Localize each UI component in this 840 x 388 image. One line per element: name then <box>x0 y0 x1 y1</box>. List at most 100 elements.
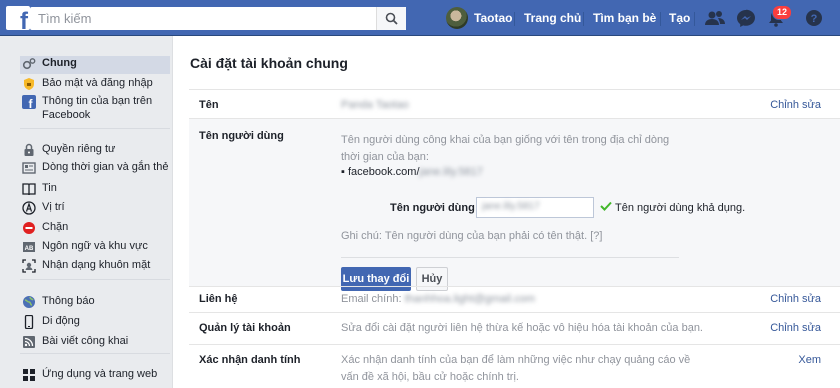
edit-account-management-link[interactable]: Chỉnh sửa <box>770 322 821 334</box>
sidebar-item-label: Di động <box>42 315 80 327</box>
divider <box>341 257 679 258</box>
sidebar-item-label: Chung <box>42 57 77 69</box>
profile-link[interactable]: Taotao <box>446 7 512 29</box>
check-icon <box>600 201 612 211</box>
timeline-icon <box>22 161 36 175</box>
sidebar-item-label: Tin <box>42 182 57 194</box>
sidebar-item[interactable]: Di động <box>20 314 170 332</box>
rss-icon <box>22 335 36 349</box>
nav-create-link[interactable]: Tạo <box>669 11 690 25</box>
username-url: ▪ facebook.com/jane.lily.5817 <box>341 164 483 181</box>
edit-contact-link[interactable]: Chỉnh sửa <box>770 293 821 305</box>
settings-sidebar: Chung Bảo mật và đăng nhập f Thông tin của … <box>0 36 172 388</box>
sidebar-item-label: Vị trí <box>42 201 65 213</box>
view-identity-link[interactable]: Xem <box>798 354 821 366</box>
nav-divider <box>660 12 661 26</box>
sidebar-item[interactable]: Bài viết công khai <box>20 334 170 352</box>
settings-row-identity-confirmation[interactable]: Xác nhận danh tính Xác nhận danh tính củ… <box>189 344 840 388</box>
location-icon <box>22 201 36 215</box>
page-title: Cài đặt tài khoản chung <box>190 55 348 71</box>
sidebar-item-label: Dòng thời gian và gắn thẻ <box>42 161 169 173</box>
nav-divider <box>583 12 584 26</box>
avatar <box>446 7 468 29</box>
sidebar-item-label: Ngôn ngữ và khu vực <box>42 240 148 252</box>
account-management-value: Sửa đổi cài đặt người liên hệ thừa kế ho… <box>341 322 703 334</box>
sidebar-item[interactable]: Quyền riêng tư <box>20 142 170 160</box>
contact-value: Email chính: thanhhoa.light@gmail.com <box>341 293 535 305</box>
url-handle: jane.lily.5817 <box>419 166 483 178</box>
sidebar-item[interactable]: Chung <box>20 56 170 74</box>
nav-divider <box>514 12 515 26</box>
sidebar-item[interactable]: Chặn <box>20 220 170 238</box>
svg-text:?: ? <box>811 13 818 25</box>
facebook-icon: f <box>22 95 36 111</box>
edit-name-link[interactable]: Chỉnh sửa <box>770 99 821 111</box>
settings-row-name[interactable]: Tên Panda Taotao Chỉnh sửa <box>189 89 840 118</box>
username-description: Tên người dùng công khai của bạn giống v… <box>341 134 670 163</box>
settings-row-contact[interactable]: Liên hệ Email chính: thanhhoa.light@gmai… <box>189 286 840 312</box>
nav-find-friends-link[interactable]: Tìm bạn bè <box>593 11 656 25</box>
row-label: Quản lý tài khoản <box>199 322 291 334</box>
svg-text:AB: AB <box>25 246 34 252</box>
sidebar-divider <box>20 279 170 280</box>
row-label: Tên <box>199 99 219 111</box>
sidebar-item-label: Thông tin của bạn trên Facebook <box>42 95 153 121</box>
user-name: Taotao <box>474 11 513 25</box>
sidebar-item-label: Ứng dụng và trang web <box>42 368 158 380</box>
sidebar-item-label: Bảo mật và đăng nhập <box>42 77 153 89</box>
shield-icon <box>22 77 36 91</box>
identity-value: Xác nhận danh tính của bạn để làm những … <box>341 354 691 383</box>
row-label: Xác nhận danh tính <box>199 354 301 366</box>
url-prefix: facebook.com/ <box>347 166 420 178</box>
settings-row-account-management[interactable]: Quản lý tài khoản Sửa đổi cài đặt người … <box>189 312 840 344</box>
lock-icon <box>22 143 36 157</box>
search-button[interactable] <box>376 7 406 30</box>
username-availability: Tên người dùng khả dụng. <box>615 202 746 214</box>
settings-row-username: Tên người dùng Tên người dùng công khai … <box>189 118 840 291</box>
sidebar-divider <box>20 353 170 354</box>
sidebar-item-label: Nhận dạng khuôn mặt <box>42 259 151 271</box>
contact-email: thanhhoa.light@gmail.com <box>404 293 535 305</box>
sidebar-item[interactable]: Ứng dụng và trang web <box>20 367 170 385</box>
sidebar-item[interactable]: f Thông tin của bạn trên Facebook <box>20 94 170 124</box>
contact-prefix: Email chính: <box>341 293 402 305</box>
top-navigation-bar: f Tìm kiếm Taotao Trang chủ Tìm bạn bè T… <box>0 0 840 36</box>
settings-main-panel: Cài đặt tài khoản chung Tên Panda Taotao… <box>172 36 840 388</box>
messenger-icon[interactable] <box>735 8 757 28</box>
mobile-icon <box>22 314 36 330</box>
sidebar-item[interactable]: Tin <box>20 181 170 199</box>
sidebar-item-label: Bài viết công khai <box>42 335 129 347</box>
sidebar-item-label: Chặn <box>42 221 69 233</box>
row-label: Tên người dùng <box>199 130 284 142</box>
row-label: Liên hệ <box>199 293 238 305</box>
help-icon[interactable]: ? <box>803 8 825 28</box>
sidebar-item[interactable]: Bảo mật và đăng nhập <box>20 76 170 94</box>
sidebar-item[interactable]: Thông báo <box>20 294 170 312</box>
notification-count-badge: 12 <box>772 5 793 20</box>
username-field-label: Tên người dùng <box>390 202 475 214</box>
gears-icon <box>22 57 36 71</box>
sidebar-item[interactable]: Vị trí <box>20 200 170 218</box>
block-icon <box>22 221 36 235</box>
username-input-value: jane.lily.5817 <box>482 201 540 212</box>
search-icon <box>385 12 398 25</box>
face-recognition-icon <box>22 259 36 273</box>
username-input[interactable]: jane.lily.5817 <box>476 197 594 218</box>
nav-home-link[interactable]: Trang chủ <box>524 11 581 25</box>
globe-icon <box>22 295 36 309</box>
sidebar-divider <box>20 128 170 129</box>
bullet: ▪ <box>341 166 348 178</box>
apps-icon <box>22 368 36 382</box>
sidebar-item[interactable]: AB Ngôn ngữ và khu vực <box>20 239 170 257</box>
friend-requests-icon[interactable] <box>704 8 726 28</box>
language-icon: AB <box>22 240 36 254</box>
sidebar-item-label: Quyền riêng tư <box>42 143 116 155</box>
facebook-logo-icon[interactable]: f <box>6 6 30 30</box>
name-value: Panda Taotao <box>341 99 409 111</box>
book-icon <box>22 182 36 196</box>
sidebar-item-label: Thông báo <box>42 295 95 307</box>
nav-divider <box>694 12 695 26</box>
sidebar-item[interactable]: Nhận dạng khuôn mặt <box>20 258 170 276</box>
search-input[interactable]: Tìm kiếm <box>30 7 406 30</box>
username-note: Ghi chú: Tên người dùng của bạn phải có … <box>341 230 603 242</box>
